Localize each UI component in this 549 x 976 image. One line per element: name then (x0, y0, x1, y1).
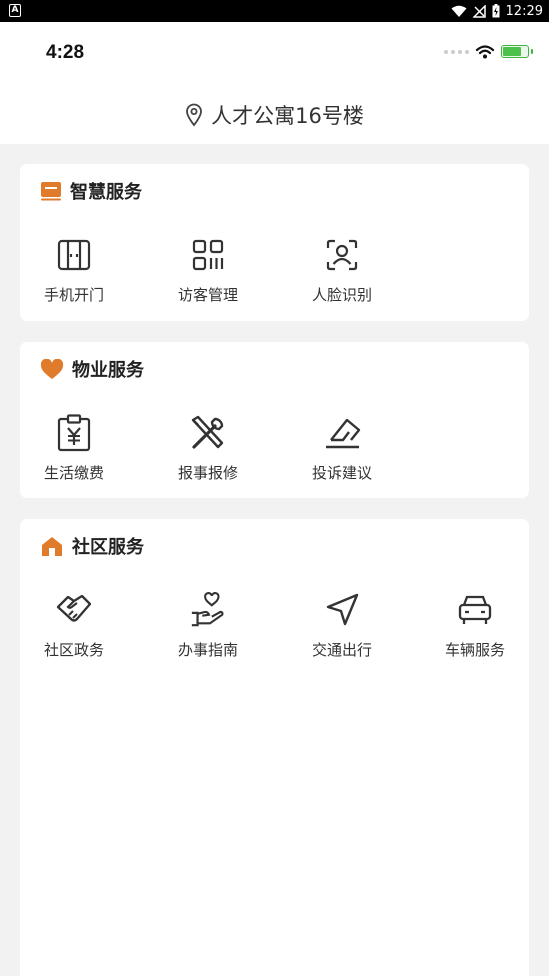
a-icon: A (9, 4, 21, 17)
section-community-services: 社区服务 社区政务 办事指南 交通出行 车辆服务 (20, 519, 529, 679)
service-item-complaint[interactable]: 投诉建议 (292, 414, 392, 483)
heart-icon (40, 358, 64, 379)
service-label: 人脸识别 (311, 286, 372, 304)
map-pin-icon (186, 103, 203, 127)
wifi-icon (475, 45, 495, 59)
qr-code-icon (192, 239, 224, 271)
service-item-bill-payment[interactable]: 生活缴费 (24, 414, 124, 483)
service-label: 报事报修 (177, 464, 238, 482)
service-grid: 生活缴费 报事报修 投诉建议 (20, 414, 529, 494)
section-header: 物业服务 (40, 356, 144, 382)
service-label: 手机开门 (43, 286, 104, 304)
ios-status-right (444, 44, 533, 59)
no-signal-icon (472, 4, 486, 18)
navigation-icon (326, 593, 359, 626)
ios-time: 4:28 (46, 42, 85, 63)
android-status-right: 12:29 (451, 0, 543, 22)
service-item-transport[interactable]: 交通出行 (292, 591, 392, 660)
service-grid: 手机开门 访客管理 人脸识别 (20, 236, 529, 316)
service-label: 办事指南 (177, 641, 238, 659)
location-selector[interactable]: 人才公寓16号楼 (0, 100, 549, 130)
wifi-icon (451, 5, 467, 17)
handshake-icon (56, 594, 92, 622)
tools-icon (191, 415, 224, 449)
face-scan-icon (326, 239, 358, 271)
android-time: 12:29 (505, 3, 543, 19)
section-title: 智慧服务 (70, 182, 142, 203)
service-item-community-affairs[interactable]: 社区政务 (24, 591, 124, 660)
service-item-guide[interactable]: 办事指南 (158, 591, 258, 660)
section-header: 社区服务 (40, 533, 144, 559)
section-title: 物业服务 (72, 360, 144, 381)
service-label: 投诉建议 (311, 464, 372, 482)
service-grid: 社区政务 办事指南 交通出行 车辆服务 (20, 591, 529, 671)
section-property-services: 物业服务 生活缴费 报事报修 投诉建议 (20, 342, 529, 498)
battery-icon (501, 45, 533, 58)
service-item-repair[interactable]: 报事报修 (158, 414, 258, 483)
car-icon (458, 595, 492, 624)
hand-heart-icon (191, 592, 224, 627)
location-name: 人才公寓16号楼 (211, 104, 364, 128)
home-icon (42, 537, 62, 556)
service-label: 车辆服务 (444, 641, 505, 659)
header: 4:28 人才公寓16号楼 (0, 22, 549, 144)
door-icon (57, 239, 91, 271)
service-item-phone-door[interactable]: 手机开门 (24, 236, 124, 305)
signal-dots-icon (444, 49, 469, 54)
smart-card-icon (41, 182, 61, 201)
yuan-bill-icon (57, 414, 91, 452)
service-item-vehicle[interactable]: 车辆服务 (425, 591, 525, 660)
section-header: 智慧服务 (40, 178, 142, 204)
service-label: 交通出行 (311, 641, 372, 659)
service-label: 生活缴费 (43, 464, 104, 482)
battery-charging-icon (492, 4, 500, 18)
eraser-icon (326, 418, 361, 449)
section-smart-services: 智慧服务 手机开门 访客管理 人脸识别 (20, 164, 529, 321)
service-label: 访客管理 (177, 286, 238, 304)
section-title: 社区服务 (72, 537, 144, 558)
content-area (20, 676, 529, 976)
android-status-bar: A 12:29 (0, 0, 549, 22)
service-item-face-recognition[interactable]: 人脸识别 (292, 236, 392, 305)
service-label: 社区政务 (43, 641, 104, 659)
service-item-visitor[interactable]: 访客管理 (158, 236, 258, 305)
